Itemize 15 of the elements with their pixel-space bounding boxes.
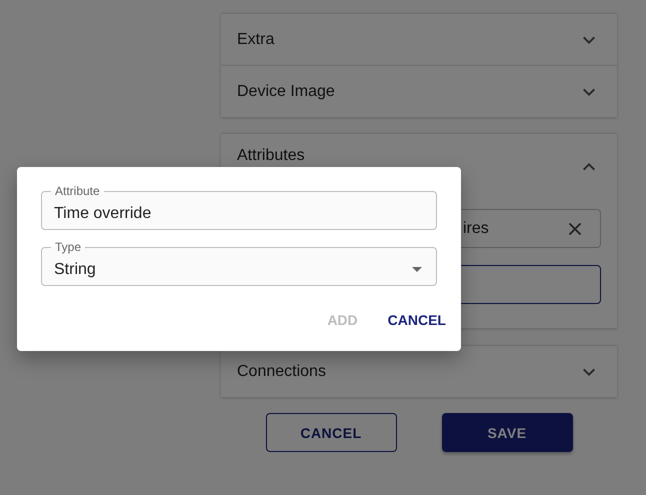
cancel-button[interactable]: CANCEL bbox=[266, 413, 396, 452]
attribute-name: ires bbox=[463, 220, 489, 238]
save-button[interactable]: SAVE bbox=[442, 413, 572, 452]
panel-title[interactable]: Extra bbox=[237, 30, 274, 48]
type-select[interactable]: Type String bbox=[41, 240, 437, 286]
panel-title[interactable]: Connections bbox=[237, 362, 326, 380]
field-label: Type bbox=[54, 240, 82, 254]
attribute-field[interactable]: Attribute Time override bbox=[41, 184, 437, 230]
dropdown-arrow-icon[interactable] bbox=[412, 267, 422, 272]
cancel-button[interactable]: CANCEL bbox=[380, 306, 454, 334]
panel-title[interactable]: Attributes bbox=[237, 147, 305, 165]
field-value: String bbox=[54, 260, 97, 278]
field-label: Attribute bbox=[54, 184, 101, 198]
field-value: Time override bbox=[54, 204, 152, 222]
panel-title[interactable]: Device Image bbox=[237, 82, 335, 100]
